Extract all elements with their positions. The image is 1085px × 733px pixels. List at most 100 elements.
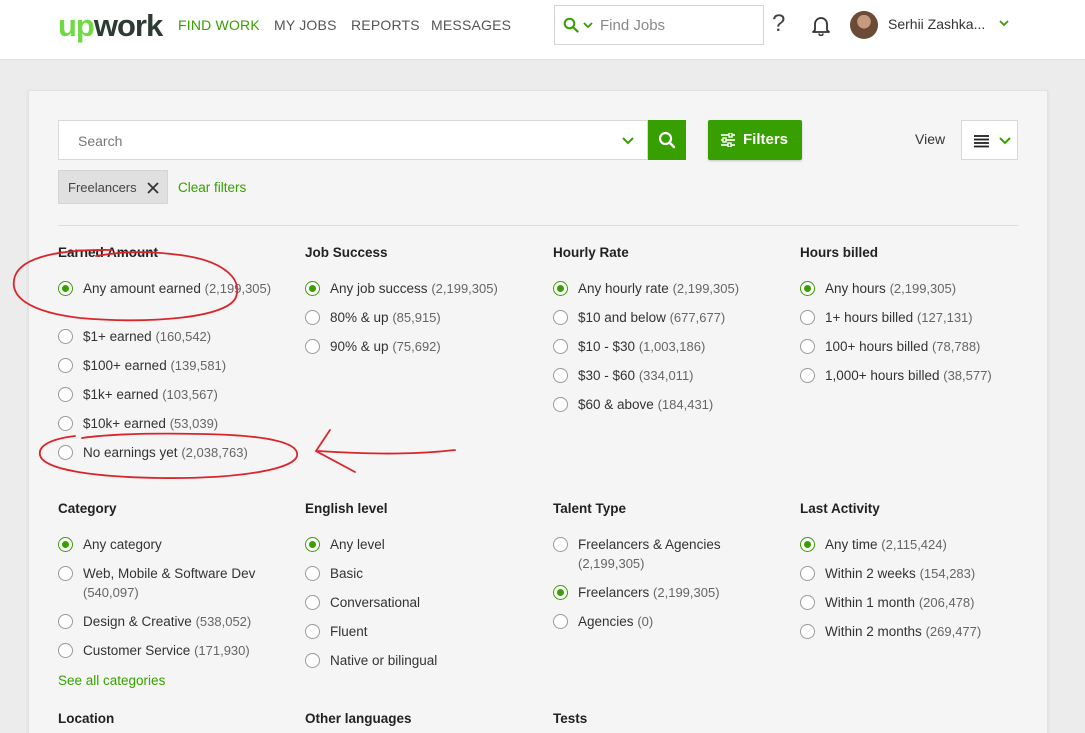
freelancer-search-input[interactable]: Search xyxy=(58,120,648,160)
radio-button[interactable] xyxy=(800,624,815,639)
option-count: (127,131) xyxy=(916,310,973,325)
radio-button[interactable] xyxy=(58,643,73,658)
filter-option[interactable]: Within 1 month (206,478) xyxy=(800,593,1030,622)
radio-button[interactable] xyxy=(58,614,73,629)
option-label: $10 - $30 xyxy=(578,339,636,354)
view-mode-select[interactable] xyxy=(961,120,1018,160)
radio-button[interactable] xyxy=(800,368,815,383)
radio-button[interactable] xyxy=(58,358,73,373)
filter-option[interactable]: Any hours (2,199,305) xyxy=(800,279,1030,308)
filter-option[interactable]: Agencies (0) xyxy=(553,612,753,641)
search-submit-button[interactable] xyxy=(648,120,686,160)
filter-option[interactable]: 1+ hours billed (127,131) xyxy=(800,308,1030,337)
radio-button[interactable] xyxy=(305,624,320,639)
option-count: (2,199,305) xyxy=(431,281,498,296)
radio-button[interactable] xyxy=(305,310,320,325)
filter-option[interactable]: Design & Creative (538,052) xyxy=(58,612,288,641)
filter-option[interactable]: $1+ earned (160,542) xyxy=(58,327,288,356)
group-tests: Tests xyxy=(553,711,783,733)
radio-button[interactable] xyxy=(553,339,568,354)
filter-option[interactable]: 90% & up (75,692) xyxy=(305,337,535,366)
option-label: Customer Service xyxy=(83,643,191,658)
filter-option[interactable]: $10 and below (677,677) xyxy=(553,308,783,337)
radio-button[interactable] xyxy=(800,537,815,552)
filter-option[interactable]: Any level xyxy=(305,535,535,564)
radio-button[interactable] xyxy=(553,614,568,629)
upwork-logo[interactable]: upwork xyxy=(58,8,163,44)
filter-option[interactable]: Conversational xyxy=(305,593,535,622)
clear-filters-link[interactable]: Clear filters xyxy=(178,180,246,195)
radio-button[interactable] xyxy=(305,566,320,581)
filter-option[interactable]: Within 2 weeks (154,283) xyxy=(800,564,1030,593)
radio-button[interactable] xyxy=(305,595,320,610)
option-count: (334,011) xyxy=(638,368,694,383)
radio-button[interactable] xyxy=(58,281,73,296)
nav-find-work[interactable]: FIND WORK xyxy=(178,17,260,33)
filter-option[interactable]: Web, Mobile & Software Dev (540,097) xyxy=(58,564,288,612)
radio-button[interactable] xyxy=(553,585,568,600)
radio-button[interactable] xyxy=(800,339,815,354)
filter-option[interactable]: Any time (2,115,424) xyxy=(800,535,1030,564)
notifications-bell-icon[interactable] xyxy=(810,14,832,36)
filter-option[interactable]: Any hourly rate (2,199,305) xyxy=(553,279,783,308)
radio-button[interactable] xyxy=(305,653,320,668)
filter-option[interactable]: Fluent xyxy=(305,622,535,651)
filter-option[interactable]: $60 & above (184,431) xyxy=(553,395,783,424)
filter-option[interactable]: Freelancers & Agencies (2,199,305) xyxy=(553,535,753,583)
option-label: Any time xyxy=(825,537,878,552)
close-icon[interactable] xyxy=(146,181,160,195)
nav-messages[interactable]: MESSAGES xyxy=(431,17,511,33)
radio-button[interactable] xyxy=(58,445,73,460)
radio-button[interactable] xyxy=(553,368,568,383)
filter-option[interactable]: 80% & up (85,915) xyxy=(305,308,535,337)
filter-option[interactable]: 1,000+ hours billed (38,577) xyxy=(800,366,1030,395)
radio-button[interactable] xyxy=(58,416,73,431)
radio-button[interactable] xyxy=(58,566,73,581)
filter-option[interactable]: Within 2 months (269,477) xyxy=(800,622,1030,651)
filter-option[interactable]: Freelancers (2,199,305) xyxy=(553,583,753,612)
radio-button[interactable] xyxy=(58,387,73,402)
filter-option[interactable]: Customer Service (171,930) xyxy=(58,641,288,670)
filter-option[interactable]: 100+ hours billed (78,788) xyxy=(800,337,1030,366)
radio-button[interactable] xyxy=(305,537,320,552)
radio-button[interactable] xyxy=(800,595,815,610)
filter-option[interactable]: Native or bilingual xyxy=(305,651,535,680)
user-avatar[interactable] xyxy=(850,11,878,39)
filter-option[interactable]: $1k+ earned (103,567) xyxy=(58,385,288,414)
filter-option[interactable]: $100+ earned (139,581) xyxy=(58,356,288,385)
filter-option[interactable]: $10k+ earned (53,039) xyxy=(58,414,288,443)
filter-option[interactable]: No earnings yet (2,038,763) xyxy=(58,443,288,472)
user-name[interactable]: Serhii Zashka... xyxy=(888,16,985,32)
radio-button[interactable] xyxy=(800,310,815,325)
search-dropdown-chevron-icon[interactable] xyxy=(621,134,635,148)
chevron-down-icon[interactable] xyxy=(582,17,594,33)
filter-option[interactable]: Any job success (2,199,305) xyxy=(305,279,535,308)
radio-button[interactable] xyxy=(800,566,815,581)
radio-button[interactable] xyxy=(305,281,320,296)
radio-button[interactable] xyxy=(553,397,568,412)
radio-button[interactable] xyxy=(800,281,815,296)
option-count: (154,283) xyxy=(919,566,976,581)
filter-option[interactable]: Basic xyxy=(305,564,535,593)
filter-option[interactable]: Any category xyxy=(58,535,288,564)
radio-button[interactable] xyxy=(58,537,73,552)
option-label: No earnings yet xyxy=(83,445,178,460)
help-icon[interactable]: ? xyxy=(772,10,785,38)
option-label: Web, Mobile & Software Dev xyxy=(83,566,256,581)
top-navigation-bar: upwork FIND WORK MY JOBS REPORTS MESSAGE… xyxy=(0,0,1085,60)
find-jobs-input[interactable]: Find Jobs xyxy=(554,5,764,45)
radio-button[interactable] xyxy=(305,339,320,354)
radio-button[interactable] xyxy=(553,310,568,325)
radio-button[interactable] xyxy=(58,329,73,344)
radio-button[interactable] xyxy=(553,281,568,296)
option-label: Any job success xyxy=(330,281,428,296)
filter-option[interactable]: Any amount earned (2,199,305) xyxy=(58,279,288,327)
radio-button[interactable] xyxy=(553,537,568,552)
nav-my-jobs[interactable]: MY JOBS xyxy=(274,17,337,33)
user-menu-chevron-icon[interactable] xyxy=(998,19,1010,29)
filter-option[interactable]: $10 - $30 (1,003,186) xyxy=(553,337,783,366)
filter-option[interactable]: $30 - $60 (334,011) xyxy=(553,366,783,395)
nav-reports[interactable]: REPORTS xyxy=(351,17,420,33)
see-all-categories-link[interactable]: See all categories xyxy=(58,673,288,688)
filters-button[interactable]: Filters xyxy=(708,120,802,160)
